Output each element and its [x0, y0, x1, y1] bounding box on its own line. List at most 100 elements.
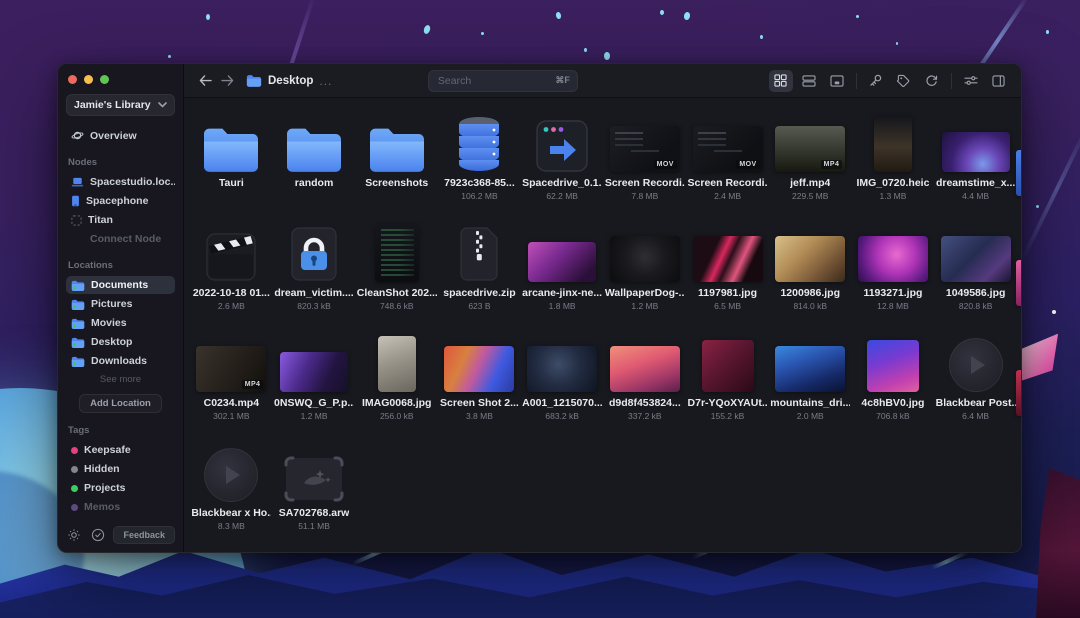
file-item[interactable]: D7r-YQoXYAUt... 155.2 kB: [686, 328, 769, 438]
add-location-button[interactable]: Add Location: [79, 394, 162, 413]
file-item[interactable]: 1197981.jpg 6.5 MB: [686, 218, 769, 328]
list-view-button[interactable]: [797, 70, 821, 92]
file-item[interactable]: mountains_dri... 2.0 MB: [769, 328, 852, 438]
sidebar-item-documents[interactable]: Documents: [66, 276, 175, 294]
file-item[interactable]: Screenshots: [355, 108, 438, 218]
sidebar-item-label: Projects: [84, 482, 126, 494]
file-item[interactable]: Screen Shot 2... 3.8 MB: [438, 328, 521, 438]
inspector-panel-toggle[interactable]: [987, 70, 1011, 92]
file-item[interactable]: MOV Screen Recordi... 2.4 MB: [686, 108, 769, 218]
file-item[interactable]: Spacedrive_0.1... 62.2 MB: [521, 108, 604, 218]
file-item[interactable]: dreamstime_x... 4.4 MB: [934, 108, 1017, 218]
clipped-file-thumbnail: [1016, 150, 1021, 196]
sidebar-item-movies[interactable]: Movies: [66, 314, 175, 332]
sidebar-item-overview[interactable]: Overview: [66, 126, 175, 145]
file-size: 302.1 MB: [213, 411, 250, 421]
tag-icon[interactable]: [892, 70, 916, 92]
back-button[interactable]: [194, 70, 216, 92]
file-name: Screenshots: [365, 177, 429, 189]
sidebar-item-label: Connect Node: [90, 233, 162, 245]
close-window-button[interactable]: [68, 75, 77, 84]
refresh-icon[interactable]: [920, 70, 944, 92]
file-item[interactable]: A001_1215070... 683.2 kB: [521, 328, 604, 438]
file-size: 820.3 kB: [297, 301, 331, 311]
file-item[interactable]: 4c8hBV0.jpg 706.8 kB: [852, 328, 935, 438]
file-name: dreamstime_x...: [935, 177, 1016, 189]
file-item[interactable]: WallpaperDog-... 1.2 MB: [603, 218, 686, 328]
forward-button[interactable]: [216, 70, 238, 92]
sidebar-item-pictures[interactable]: Pictures: [66, 295, 175, 313]
file-item[interactable]: 7923c368-85... 106.2 MB: [438, 108, 521, 218]
zoom-window-button[interactable]: [100, 75, 109, 84]
sidebar-item-desktop[interactable]: Desktop: [66, 333, 175, 351]
see-more-link[interactable]: See more: [66, 371, 175, 387]
file-item[interactable]: 2022-10-18 01... 2.6 MB: [190, 218, 273, 328]
sidebar-item-projects[interactable]: Projects: [66, 479, 175, 497]
folder-icon: [246, 75, 262, 87]
file-item[interactable]: Blackbear x Ho... 8.3 MB: [190, 438, 273, 548]
tag-color-dot: [71, 503, 78, 511]
file-thumbnail: [190, 108, 273, 172]
library-switcher[interactable]: Jamie's Library: [66, 94, 175, 116]
file-item[interactable]: spacedrive.zip 623 B: [438, 218, 521, 328]
sidebar: Jamie's Library Overview Nodes Spacestudi…: [58, 64, 184, 552]
tag-color-dot: [71, 446, 78, 454]
file-name: Screen Shot 2...: [440, 397, 519, 409]
image-thumbnail: [374, 224, 419, 282]
sidebar-item-connect-node[interactable]: Connect Node: [66, 230, 175, 248]
grid-view-button[interactable]: [768, 69, 793, 92]
file-name: 0NSWQ_G_P.p...: [274, 397, 355, 409]
sidebar-item-label: Documents: [91, 279, 149, 291]
file-item[interactable]: Blackbear Post... 6.4 MB: [934, 328, 1017, 438]
sidebar-item-spacestudio-loc[interactable]: Spacestudio.loc...: [66, 173, 175, 191]
file-item[interactable]: MP4 C0234.mp4 302.1 MB: [190, 328, 273, 438]
spacedrive-window: Jamie's Library Overview Nodes Spacestudi…: [57, 63, 1022, 553]
settings-gear-icon[interactable]: [66, 527, 82, 544]
file-item[interactable]: 0NSWQ_G_P.p... 1.2 MB: [273, 328, 356, 438]
sidebar-item-label: Spacestudio.loc...: [90, 176, 175, 188]
sidebar-item-hidden[interactable]: Hidden: [66, 460, 175, 478]
file-size: 683.2 kB: [545, 411, 579, 421]
file-item[interactable]: CleanShot 202... 748.6 kB: [355, 218, 438, 328]
file-item[interactable]: Tauri: [190, 108, 273, 218]
file-item[interactable]: MP4 jeff.mp4 229.5 MB: [769, 108, 852, 218]
image-thumbnail: [866, 340, 919, 392]
file-item[interactable]: 1049586.jpg 820.8 kB: [934, 218, 1017, 328]
file-item[interactable]: 1200986.jpg 814.0 kB: [769, 218, 852, 328]
file-thumbnail: [934, 108, 1017, 172]
sidebar-item-keepsafe[interactable]: Keepsafe: [66, 441, 175, 459]
minimize-window-button[interactable]: [84, 75, 93, 84]
breadcrumb[interactable]: Desktop: [246, 74, 313, 87]
nebula-streak: [1019, 126, 1080, 264]
file-item[interactable]: random: [273, 108, 356, 218]
image-thumbnail: [609, 346, 680, 392]
file-item[interactable]: 1193271.jpg 12.8 MB: [852, 218, 935, 328]
laptop-icon: [71, 177, 84, 188]
sidebar-item-downloads[interactable]: Downloads: [66, 352, 175, 370]
main-area: Desktop ... ⌘F: [184, 64, 1021, 552]
file-item[interactable]: arcane-jinx-ne... 1.8 MB: [521, 218, 604, 328]
file-thumbnail: [603, 328, 686, 392]
sidebar-item-label: Keepsafe: [84, 444, 131, 456]
file-item[interactable]: SA702768.arw 51.1 MB: [273, 438, 356, 548]
file-thumbnail: [355, 218, 438, 282]
image-thumbnail: [609, 236, 680, 282]
file-name: spacedrive.zip: [443, 287, 516, 299]
file-item[interactable]: IMG_0720.heic 1.3 MB: [852, 108, 935, 218]
file-item[interactable]: MOV Screen Recordi... 7.8 MB: [603, 108, 686, 218]
breadcrumb-more-button[interactable]: ...: [319, 74, 332, 88]
key-manager-icon[interactable]: [864, 70, 888, 92]
file-size: 2.0 MB: [796, 411, 824, 421]
feedback-button[interactable]: Feedback: [113, 526, 175, 544]
media-view-button[interactable]: [825, 70, 849, 92]
sidebar-item-spacephone[interactable]: Spacephone: [66, 192, 175, 210]
file-thumbnail: [769, 328, 852, 392]
filter-sliders-icon[interactable]: [959, 70, 983, 92]
check-circle-icon[interactable]: [90, 527, 106, 544]
file-thumbnail: [438, 108, 521, 172]
file-item[interactable]: d9d8f453824... 337.2 kB: [603, 328, 686, 438]
sidebar-item-memos[interactable]: Memos: [66, 498, 175, 516]
file-item[interactable]: dream_victim.... 820.3 kB: [273, 218, 356, 328]
sidebar-item-titan[interactable]: Titan: [66, 211, 175, 229]
file-item[interactable]: IMAG0068.jpg 256.0 kB: [355, 328, 438, 438]
